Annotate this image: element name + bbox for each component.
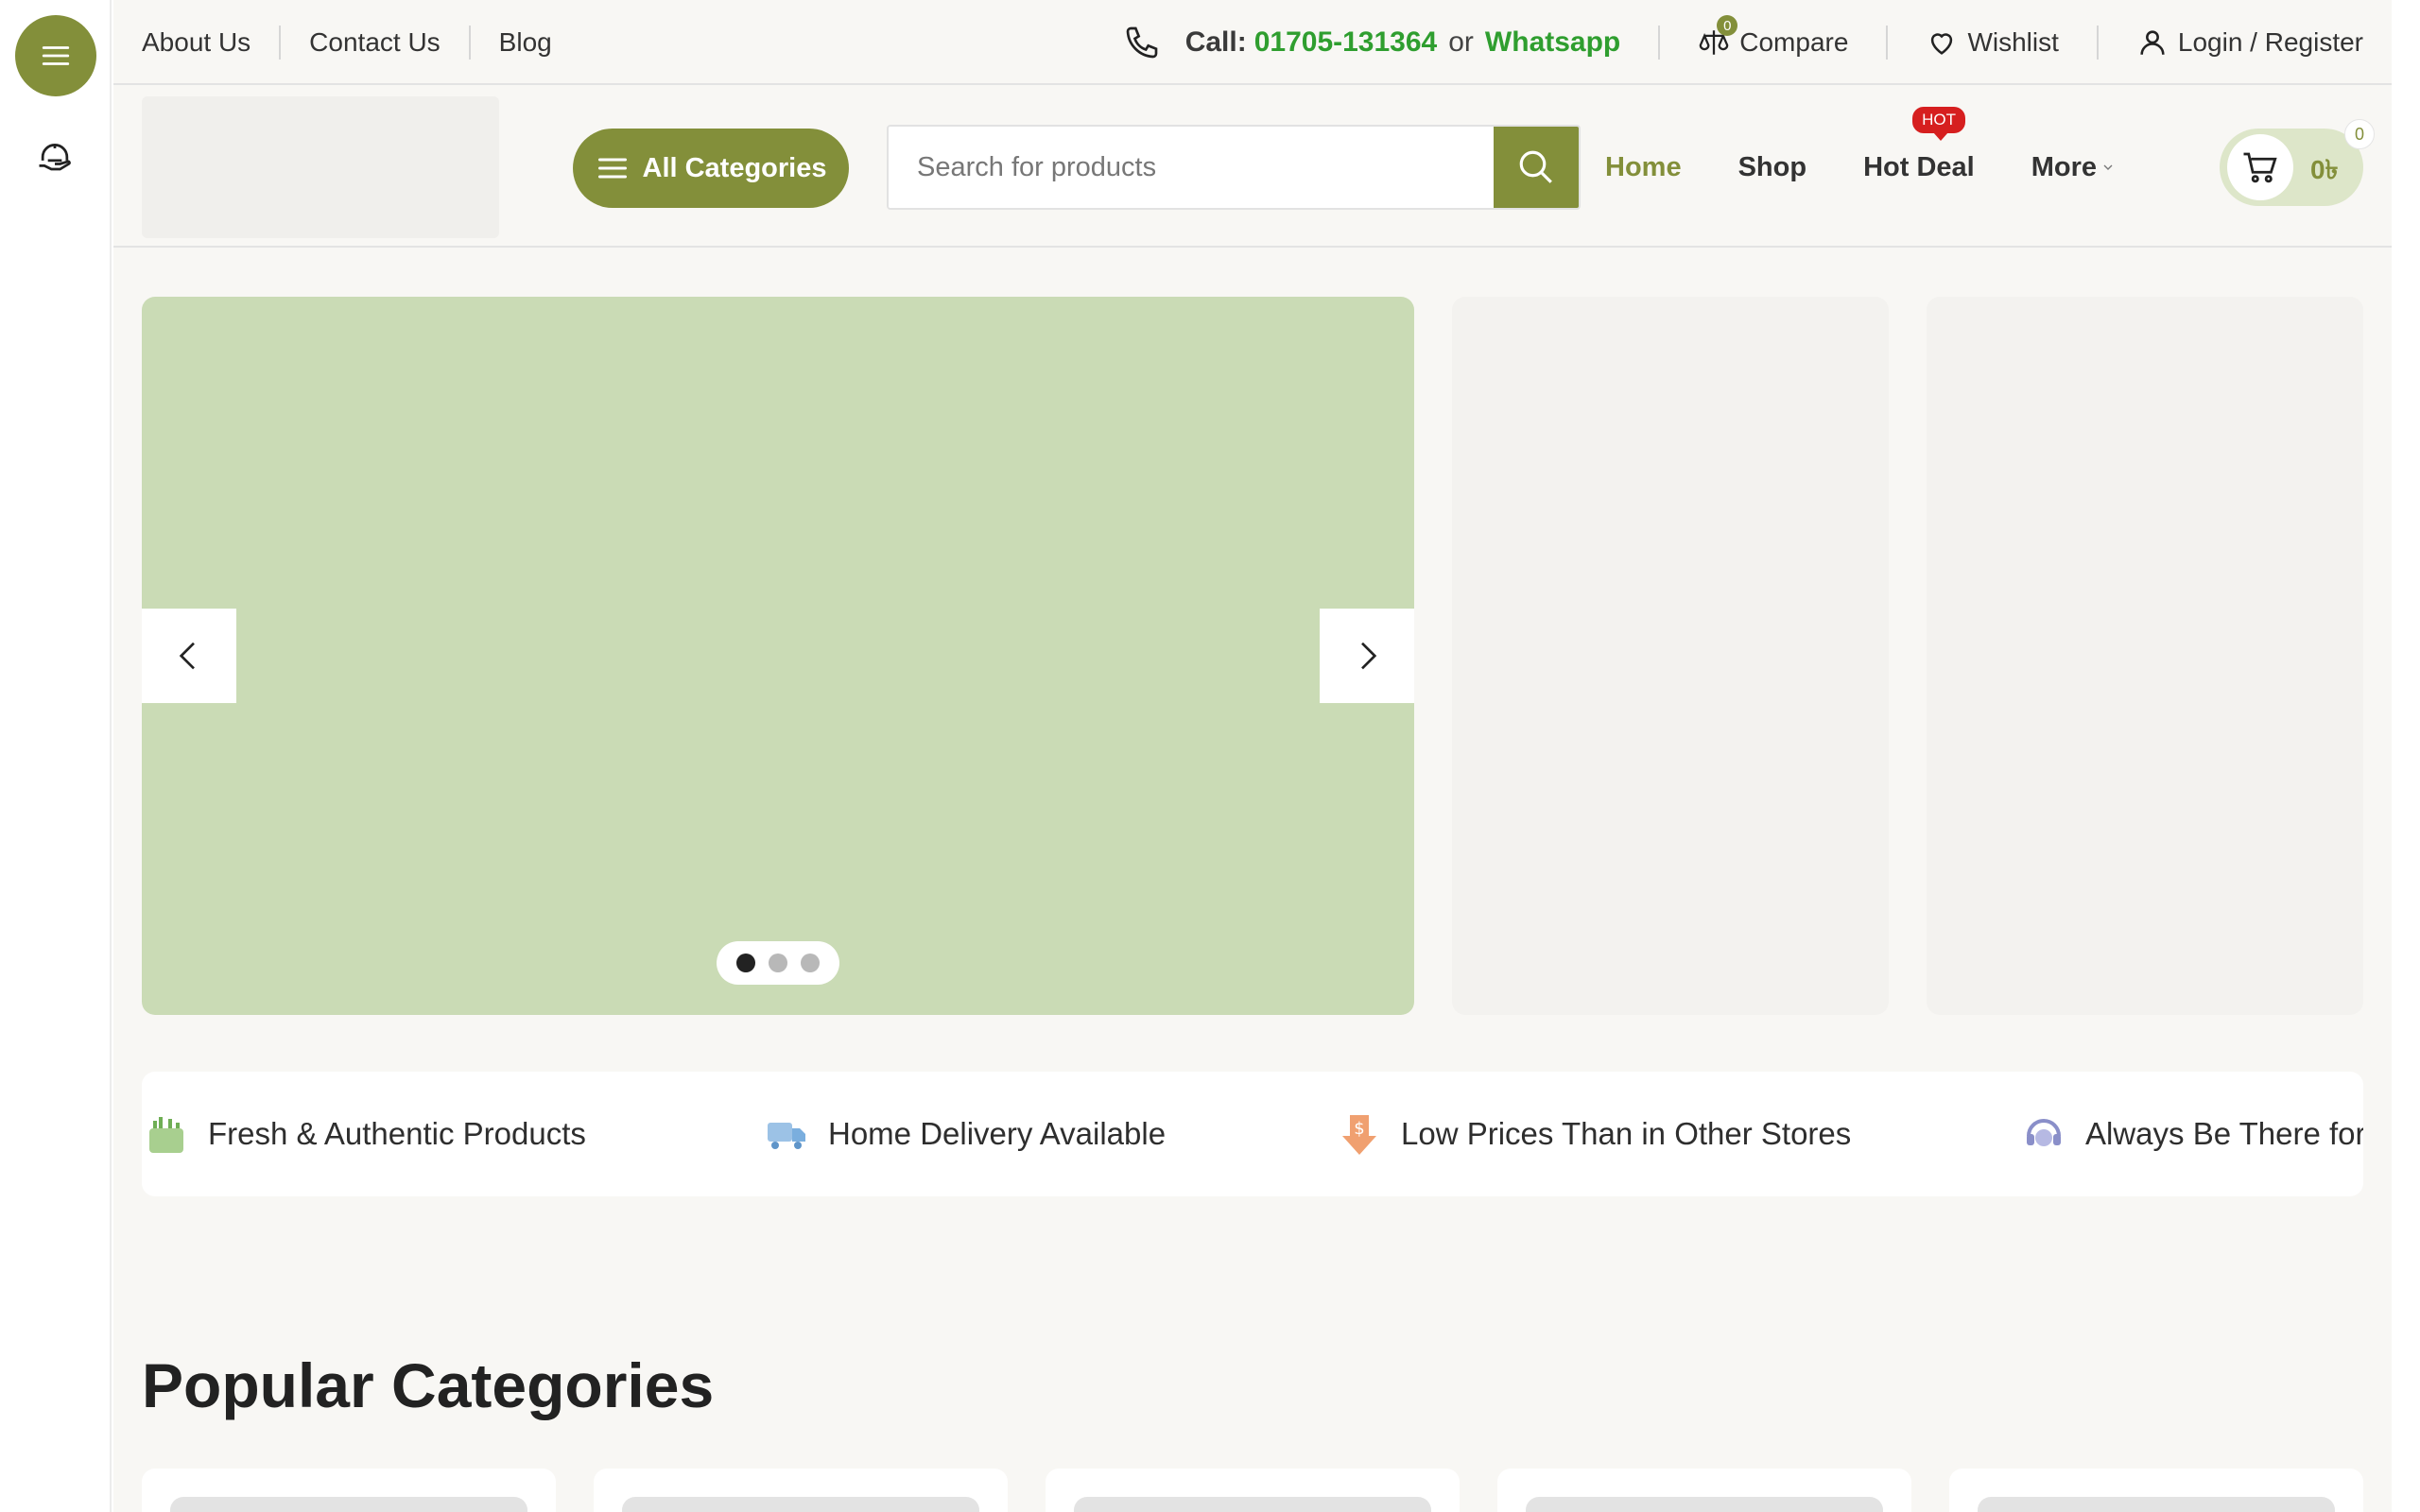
user-icon [2140,30,2165,55]
category-card[interactable] [1046,1469,1460,1512]
feature-low-prices: $ Low Prices Than in Other Stores [1337,1072,1851,1196]
hamburger-icon [42,46,70,65]
carousel-next-button[interactable] [1320,609,1414,703]
menu-button[interactable] [15,15,96,96]
search-bar [887,125,1581,210]
login-register-link[interactable]: Login / Register [2136,26,2363,59]
carousel-dot-2[interactable] [769,954,787,972]
category-image-placeholder [170,1497,527,1512]
divider [2096,26,2099,60]
category-image-placeholder [1074,1497,1431,1512]
phone-number[interactable]: 01705-131364 [1254,26,1438,59]
carousel-dots [717,941,839,985]
call-info: Call: 01705-131364 or Whatsapp [1123,24,1620,61]
feature-delivery-label: Home Delivery Available [828,1116,1167,1151]
login-label: Login / Register [2177,27,2363,57]
top-bar: About Us Contact Us Blog Call: 01705-131… [113,0,2392,85]
category-card[interactable] [1497,1469,1911,1512]
about-us-link[interactable]: About Us [142,26,282,60]
section-title: Popular Categories [142,1350,715,1420]
side-banner-2[interactable] [1927,297,2363,1015]
feature-fresh: Fresh & Authentic Products [144,1072,586,1196]
svg-text:$: $ [1354,1119,1364,1139]
category-image-placeholder [1526,1497,1883,1512]
hot-badge: HOT [1912,106,1965,141]
category-image-placeholder [1978,1497,2335,1512]
main-nav: Home Shop HOT Hot Deal More [1605,106,2172,210]
feature-support-label: Always Be There for [2085,1116,2363,1151]
logo-placeholder[interactable] [142,96,499,238]
feature-low-prices-label: Low Prices Than in Other Stores [1401,1116,1852,1151]
scroll-area [2392,0,2420,1512]
headset-icon [2027,1119,2061,1146]
all-categories-button[interactable]: All Categories [573,129,849,208]
all-categories-label: All Categories [642,152,827,183]
or-text: or [1448,26,1474,58]
cart-count-badge: 0 [2344,119,2375,149]
wishlist-label: Wishlist [1967,27,2059,57]
nav-more-label: More [2031,151,2098,182]
top-right-group: Call: 01705-131364 or Whatsapp 0 Compare… [1123,0,2363,85]
phone-icon [1126,26,1158,59]
call-label: Call: [1184,26,1247,58]
carousel-dot-1[interactable] [736,954,755,972]
nav-more[interactable]: More [2031,152,2116,183]
blog-link[interactable]: Blog [471,26,580,60]
nav-home[interactable]: Home [1605,152,1682,183]
search-button[interactable] [1494,127,1579,208]
left-rail [0,0,112,1512]
contact-us-link[interactable]: Contact Us [281,26,471,60]
search-input[interactable] [889,127,1495,208]
divider [1886,26,1889,60]
cart-amount: 0৳ [2310,155,2339,184]
nav-hot-deal[interactable]: HOT Hot Deal [1863,106,1975,183]
nav-shop[interactable]: Shop [1738,152,1807,183]
carousel-prev-button[interactable] [142,609,236,703]
search-icon [1519,150,1552,183]
compare-count-badge: 0 [1717,15,1738,36]
heart-icon [1931,33,1953,55]
delivery-truck-icon [768,1123,805,1149]
cart-icon-circle [2227,134,2293,200]
category-card[interactable] [1949,1469,2363,1512]
compare-link[interactable]: 0 Compare [1698,15,1849,59]
category-card[interactable] [594,1469,1008,1512]
feature-support: Always Be There for [2021,1072,2363,1196]
wishlist-link[interactable]: Wishlist [1926,26,2059,59]
feature-delivery: Home Delivery Available [764,1072,1166,1196]
side-banner-1[interactable] [1452,297,1889,1015]
main-area: About Us Contact Us Blog Call: 01705-131… [113,0,2392,1512]
whatsapp-link[interactable]: Whatsapp [1485,26,1620,59]
divider [1658,26,1661,60]
category-image-placeholder [622,1497,979,1512]
category-card[interactable] [142,1469,556,1512]
top-links: About Us Contact Us Blog [142,0,580,85]
header: All Categories Home Shop HOT Hot Deal Mo… [113,87,2392,248]
chevron-left-icon [179,642,195,670]
cart-icon [2243,152,2277,183]
cart-button[interactable]: 0৳ 0 [2220,119,2375,206]
hamburger-icon [597,158,627,179]
carousel-dot-3[interactable] [801,954,820,972]
chevron-right-icon [1361,642,1377,670]
compare-label: Compare [1739,27,1849,57]
nav-hot-deal-label: Hot Deal [1863,151,1975,182]
chevron-down-icon [2103,164,2113,170]
hand-tray-icon[interactable] [34,138,76,180]
hero-carousel [142,297,1414,1015]
grocery-bag-icon [149,1117,183,1153]
feature-fresh-label: Fresh & Authentic Products [208,1116,586,1151]
price-down-icon: $ [1342,1115,1376,1155]
features-strip: Fresh & Authentic Products Home Delivery… [142,1072,2363,1196]
